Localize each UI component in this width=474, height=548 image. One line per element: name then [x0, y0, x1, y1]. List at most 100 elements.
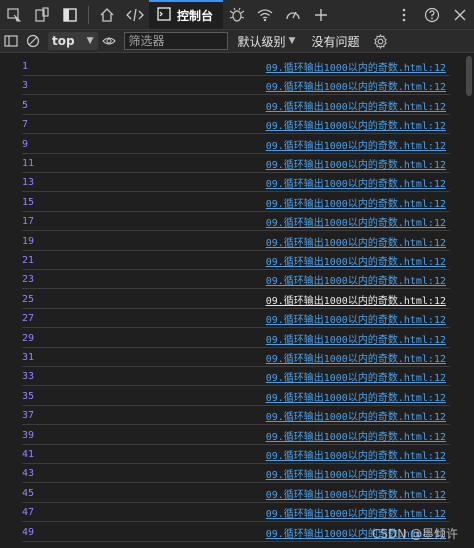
console-message-row: 11 09.循环输出1000以内的奇数.html:12: [22, 154, 450, 173]
console-log-area[interactable]: 1 09.循环输出1000以内的奇数.html:12 3 09.循环输出1000以内的…: [0, 53, 474, 548]
logged-value: 9: [22, 138, 29, 150]
logged-value: 13: [22, 176, 35, 188]
source-link[interactable]: 09.循环输出1000以内的奇数.html:12: [266, 428, 450, 443]
logged-value: 5: [22, 99, 29, 111]
console-message-row: 15 09.循环输出1000以内的奇数.html:12: [22, 193, 450, 212]
console-message-row: 43 09.循环输出1000以内的奇数.html:12: [22, 464, 450, 483]
source-link[interactable]: 09.循环输出1000以内的奇数.html:12: [266, 137, 450, 152]
source-link[interactable]: 09.循环输出1000以内的奇数.html:12: [266, 292, 450, 307]
console-tab-icon: [157, 7, 171, 24]
caret-down-icon: ▼: [288, 36, 296, 46]
logged-value: 41: [22, 448, 35, 460]
logged-value: 11: [22, 157, 35, 169]
source-link[interactable]: 09.循环输出1000以内的奇数.html:12: [266, 156, 450, 171]
source-link[interactable]: 09.循环输出1000以内的奇数.html:12: [266, 350, 450, 365]
live-expression-eye-icon[interactable]: [98, 30, 120, 52]
source-link[interactable]: 09.循环输出1000以内的奇数.html:12: [266, 98, 450, 113]
console-message-row: 25 09.循环输出1000以内的奇数.html:12: [22, 290, 450, 309]
console-message-row: 35 09.循环输出1000以内的奇数.html:12: [22, 387, 450, 406]
device-emulation-icon[interactable]: [28, 0, 56, 29]
logged-value: 17: [22, 215, 35, 227]
inspect-element-icon[interactable]: [0, 0, 28, 29]
devtools-tab-bar: 控制台: [0, 0, 474, 30]
watermark: CSDN @墨倾许: [371, 527, 458, 541]
filter-input[interactable]: [123, 32, 228, 50]
source-link[interactable]: 09.循环输出1000以内的奇数.html:12: [266, 408, 450, 423]
source-link[interactable]: 09.循环输出1000以内的奇数.html:12: [266, 447, 450, 462]
add-tool-plus-icon[interactable]: [307, 0, 335, 29]
logged-value: 27: [22, 312, 35, 324]
source-link[interactable]: 09.循环输出1000以内的奇数.html:12: [266, 272, 450, 287]
logged-value: 1: [22, 60, 29, 72]
console-message-row: 29 09.循环输出1000以内的奇数.html:12: [22, 329, 450, 348]
source-link[interactable]: 09.循环输出1000以内的奇数.html:12: [266, 505, 450, 520]
console-message-row: 7 09.循环输出1000以内的奇数.html:12: [22, 115, 450, 134]
network-wifi-icon[interactable]: [251, 0, 279, 29]
logged-value: 43: [22, 467, 35, 479]
console-message-row: 13 09.循环输出1000以内的奇数.html:12: [22, 173, 450, 192]
log-levels-dropdown[interactable]: 默认级别 ▼: [238, 33, 296, 50]
source-link[interactable]: 09.循环输出1000以内的奇数.html:12: [266, 59, 450, 74]
logged-value: 21: [22, 254, 35, 266]
console-message-row: 41 09.循环输出1000以内的奇数.html:12: [22, 445, 450, 464]
console-scrollbar[interactable]: [466, 56, 472, 96]
logged-value: 45: [22, 487, 35, 499]
performance-gauge-icon[interactable]: [279, 0, 307, 29]
logged-value: 15: [22, 196, 35, 208]
source-link[interactable]: 09.循环输出1000以内的奇数.html:12: [266, 311, 450, 326]
clear-console-icon[interactable]: [22, 30, 44, 52]
elements-code-icon[interactable]: [121, 0, 149, 29]
logged-value: 33: [22, 370, 35, 382]
logged-value: 49: [22, 526, 35, 538]
logged-value: 3: [22, 79, 29, 91]
console-message-row: 27 09.循环输出1000以内的奇数.html:12: [22, 309, 450, 328]
source-link[interactable]: 09.循环输出1000以内的奇数.html:12: [266, 175, 450, 190]
console-message-row: 23 09.循环输出1000以内的奇数.html:12: [22, 270, 450, 289]
source-link[interactable]: 09.循环输出1000以内的奇数.html:12: [266, 117, 450, 132]
logged-value: 39: [22, 429, 35, 441]
source-link[interactable]: 09.循环输出1000以内的奇数.html:12: [266, 234, 450, 249]
context-selector-value: top: [52, 34, 75, 48]
console-message-row: 1 09.循环输出1000以内的奇数.html:12: [22, 57, 450, 76]
bug-sources-icon[interactable]: [223, 0, 251, 29]
console-message-row: 9 09.循环输出1000以内的奇数.html:12: [22, 135, 450, 154]
sidebar-panel-icon[interactable]: [0, 30, 22, 52]
sidebar-toggle-icon[interactable]: [56, 0, 84, 29]
logged-value: 23: [22, 273, 35, 285]
console-message-row: 39 09.循环输出1000以内的奇数.html:12: [22, 426, 450, 445]
console-message-row: 17 09.循环输出1000以内的奇数.html:12: [22, 212, 450, 231]
logged-value: 31: [22, 351, 35, 363]
console-message-row: 33 09.循环输出1000以内的奇数.html:12: [22, 367, 450, 386]
more-options-icon[interactable]: [390, 0, 418, 29]
console-message-row: 3 09.循环输出1000以内的奇数.html:12: [22, 76, 450, 95]
issues-counter[interactable]: 没有问题: [311, 33, 359, 50]
source-link[interactable]: 09.循环输出1000以内的奇数.html:12: [266, 78, 450, 93]
welcome-home-icon[interactable]: [93, 0, 121, 29]
console-message-row: 31 09.循环输出1000以内的奇数.html:12: [22, 348, 450, 367]
source-link[interactable]: 09.循环输出1000以内的奇数.html:12: [266, 331, 450, 346]
tab-console[interactable]: 控制台: [149, 0, 224, 29]
console-message-row: 5 09.循环输出1000以内的奇数.html:12: [22, 96, 450, 115]
source-link[interactable]: 09.循环输出1000以内的奇数.html:12: [266, 214, 450, 229]
console-message-row: 47 09.循环输出1000以内的奇数.html:12: [22, 503, 450, 522]
logged-value: 25: [22, 293, 35, 305]
console-settings-gear-icon[interactable]: [369, 30, 391, 52]
source-link[interactable]: 09.循环输出1000以内的奇数.html:12: [266, 253, 450, 268]
context-selector[interactable]: top ▼: [48, 32, 98, 50]
close-devtools-icon[interactable]: [446, 0, 474, 29]
console-message-row: 19 09.循环输出1000以内的奇数.html:12: [22, 232, 450, 251]
logged-value: 19: [22, 235, 35, 247]
source-link[interactable]: 09.循环输出1000以内的奇数.html:12: [266, 486, 450, 501]
source-link[interactable]: 09.循环输出1000以内的奇数.html:12: [266, 466, 450, 481]
console-message-row: 37 09.循环输出1000以内的奇数.html:12: [22, 406, 450, 425]
source-link[interactable]: 09.循环输出1000以内的奇数.html:12: [266, 369, 450, 384]
logged-value: 29: [22, 332, 35, 344]
help-question-icon[interactable]: [418, 0, 446, 29]
console-toolbar: top ▼ 默认级别 ▼ 没有问题: [0, 30, 474, 53]
source-link[interactable]: 09.循环输出1000以内的奇数.html:12: [266, 195, 450, 210]
caret-down-icon: ▼: [86, 36, 94, 46]
console-message-row: 45 09.循环输出1000以内的奇数.html:12: [22, 484, 450, 503]
tab-separator: [88, 5, 89, 24]
logged-value: 47: [22, 506, 35, 518]
source-link[interactable]: 09.循环输出1000以内的奇数.html:12: [266, 389, 450, 404]
